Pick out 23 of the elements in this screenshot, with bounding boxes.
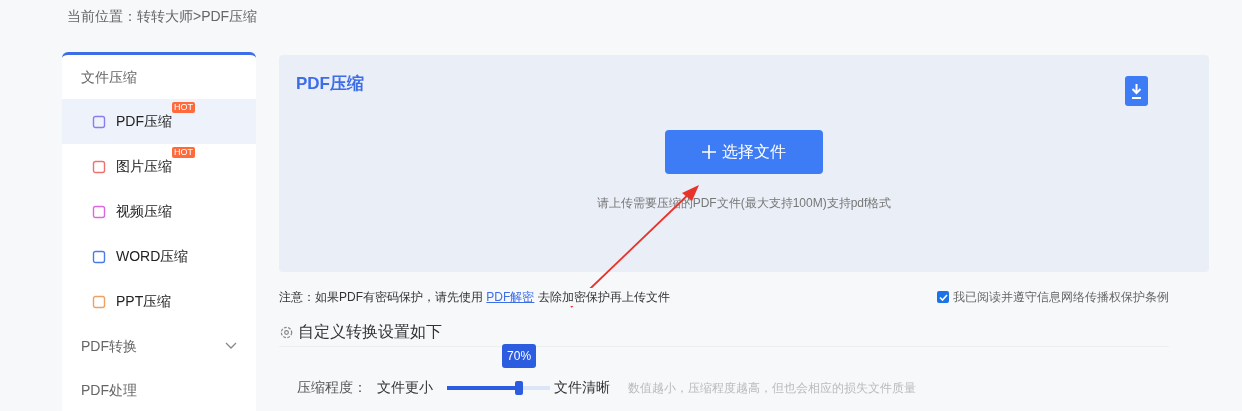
chevron-down-icon: [225, 342, 237, 350]
hot-badge: HOT: [172, 147, 195, 158]
sidebar-item[interactable]: PDF压缩 HOT: [62, 99, 256, 144]
min-label: 文件更小: [377, 378, 433, 397]
sidebar-group[interactable]: PDF处理: [62, 368, 256, 411]
agreement-checkbox[interactable]: [937, 291, 949, 303]
sidebar-group[interactable]: 文件压缩: [62, 55, 256, 99]
hot-badge: HOT: [172, 102, 195, 113]
agreement-label: 我已阅读并遵守信息网络传播权保护条例: [953, 289, 1169, 306]
gear-icon: [279, 324, 294, 340]
notice-text: 注意：如果PDF有密码保护，请先使用 PDF解密 去除加密保护再上传文件: [279, 288, 670, 306]
max-label: 文件清晰: [554, 378, 610, 397]
select-file-button[interactable]: 选择文件: [665, 130, 823, 174]
breadcrumb: 当前位置：转转大师>PDF压缩: [67, 7, 258, 26]
download-icon[interactable]: [1125, 76, 1148, 106]
settings-title: 自定义转换设置如下: [298, 322, 442, 342]
sidebar-group[interactable]: PDF转换: [62, 324, 256, 368]
panel-title: PDF压缩: [296, 73, 364, 95]
compression-label: 压缩程度：: [297, 378, 367, 397]
plus-icon: [702, 145, 716, 159]
decrypt-link[interactable]: PDF解密: [486, 290, 535, 304]
slider-thumb[interactable]: [515, 380, 524, 395]
value-tooltip: 70%: [502, 343, 537, 368]
